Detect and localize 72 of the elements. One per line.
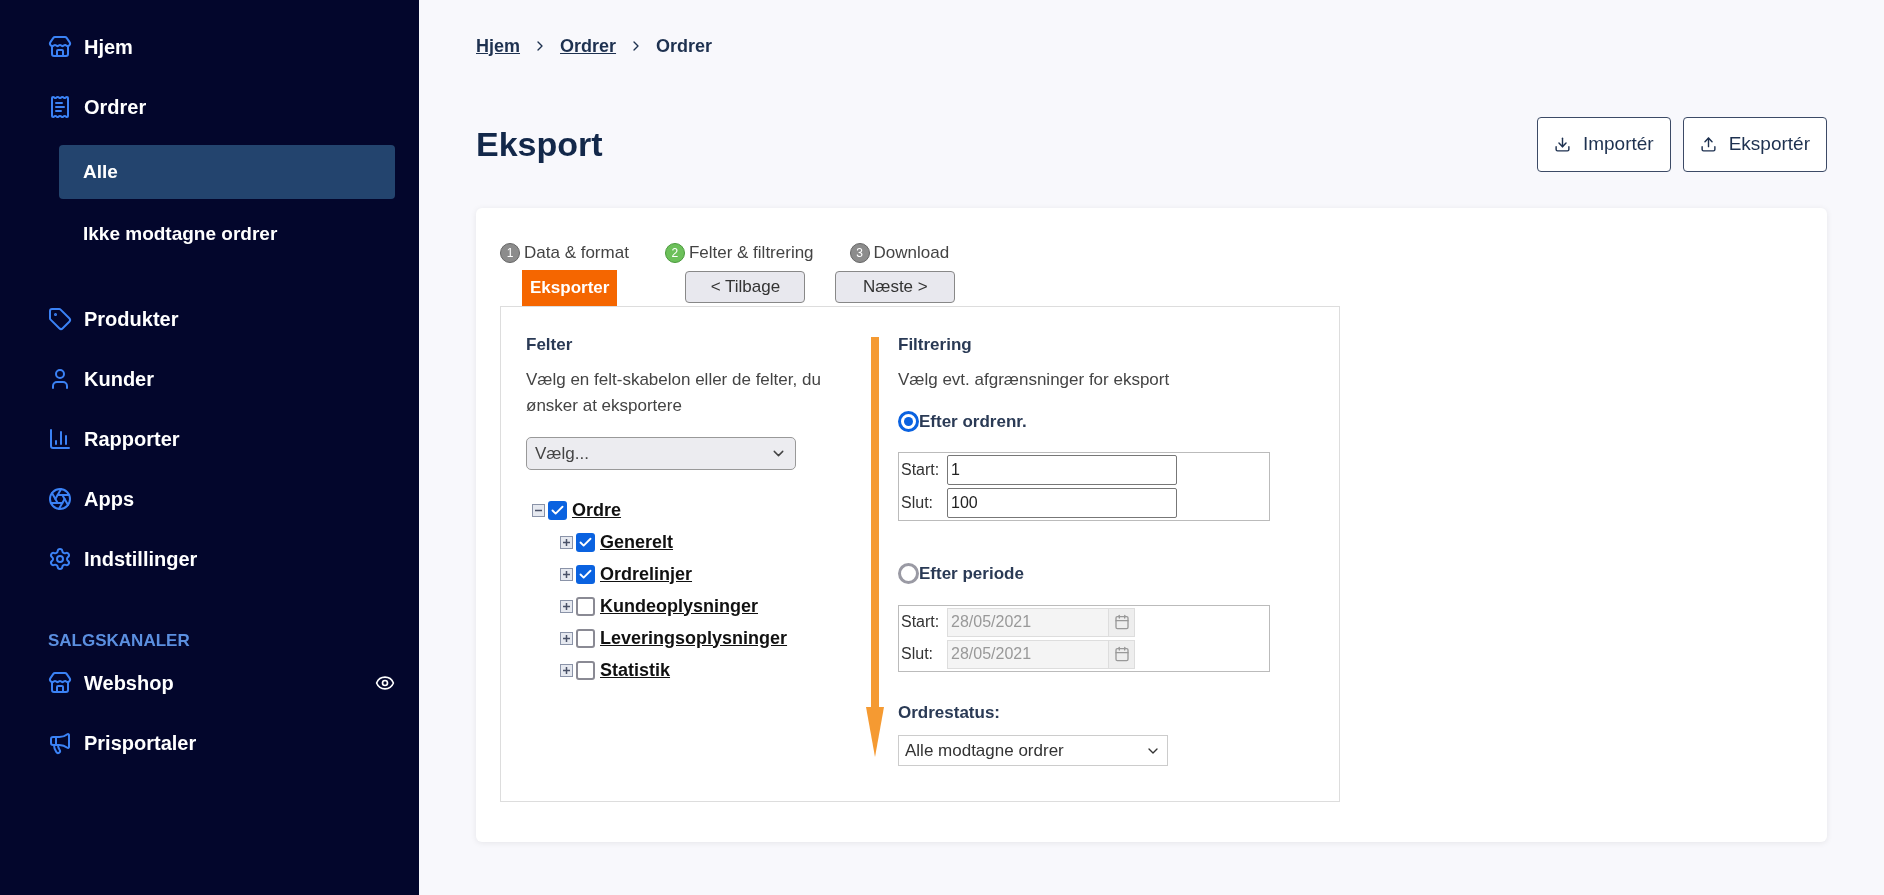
step-number: 3 [849, 242, 870, 263]
checkbox[interactable] [576, 660, 595, 680]
nav-icon [48, 307, 72, 331]
radio-button[interactable] [898, 410, 919, 432]
expand-icon[interactable] [560, 535, 573, 549]
field-label: Start: [901, 612, 941, 632]
nav-item[interactable]: Rapporter [0, 409, 419, 469]
nav-item[interactable]: Apps [0, 469, 419, 529]
expand-icon[interactable] [560, 599, 573, 613]
step-number: 1 [500, 242, 520, 263]
section-heading: Filtrering [898, 333, 973, 356]
status-label: Ordrestatus: [898, 701, 1002, 724]
tree-link[interactable]: Statistik [600, 656, 671, 684]
expand-icon[interactable] [560, 663, 573, 677]
nav-item[interactable]: Webshop [0, 653, 419, 713]
section-heading: SALGSKANALER [47, 629, 191, 652]
eye-icon[interactable] [375, 673, 395, 693]
option-label: Efter ordrenr. [919, 410, 1027, 433]
nav-icon [48, 671, 72, 695]
collapse-icon[interactable] [532, 503, 545, 517]
field-label: Start: [901, 460, 941, 480]
description: Vælg en felt-skabelon eller de felter, du ønsker at eksportere [526, 369, 822, 417]
input-field[interactable]: 100 [947, 488, 1177, 518]
next-button[interactable]: Næste > [835, 270, 956, 303]
checkbox[interactable] [576, 532, 595, 552]
checkbox[interactable] [548, 500, 567, 520]
wizard-step: 2 Felter & filtrering [664, 240, 814, 266]
breadcrumb-current: Ordrer [656, 34, 713, 58]
nav-item[interactable]: Kunder [0, 349, 419, 409]
nav-item[interactable]: Produkter [0, 289, 419, 349]
tree-link[interactable]: Ordrelinjer [600, 560, 693, 588]
wizard-step: 1 Data & format [500, 240, 629, 266]
breadcrumb-link[interactable]: Hjem [476, 32, 520, 60]
tree-link[interactable]: Kundeoplysninger [600, 592, 758, 620]
nav-icon [48, 547, 72, 571]
breadcrumb-link[interactable]: Ordrer [560, 32, 617, 60]
step-number: 2 [664, 242, 685, 263]
download-icon [1553, 135, 1571, 153]
status-select[interactable]: Alle modtagne ordrer [898, 735, 1168, 766]
upload-icon [1699, 135, 1717, 153]
back-button[interactable]: < Tilbage [685, 270, 806, 303]
nav-item[interactable]: Ordrer [0, 77, 419, 137]
tree-link[interactable]: Ordre [572, 496, 622, 524]
radio-button[interactable] [898, 563, 919, 585]
field-label: Slut: [901, 493, 934, 513]
description: Vælg evt. afgrænsninger for eksport [898, 369, 1171, 391]
expand-icon[interactable] [560, 631, 573, 645]
wizard-step: 3 Download [849, 240, 950, 266]
checkbox[interactable] [576, 564, 595, 584]
checkbox[interactable] [576, 628, 595, 648]
action-button[interactable]: Importér [1536, 116, 1671, 172]
action-button[interactable]: Eksportér [1682, 116, 1827, 172]
input-field[interactable]: 1 [947, 455, 1177, 485]
nav-icon [48, 35, 72, 59]
nav-item[interactable]: Indstillinger [0, 529, 419, 589]
nav-item[interactable]: Prisportaler [0, 713, 419, 773]
option-label: Efter periode [919, 563, 1024, 585]
nav-icon [48, 427, 72, 451]
expand-icon[interactable] [560, 567, 573, 581]
nav-icon [48, 731, 72, 755]
nav-subitem[interactable]: Ikke modtagne ordrer [59, 207, 395, 261]
checkbox[interactable] [576, 596, 595, 616]
page-title: Eksport [476, 123, 603, 165]
nav-item[interactable]: Hjem [0, 17, 419, 77]
nav-icon [48, 487, 72, 511]
section-heading: Felter [526, 333, 574, 356]
field-label: Slut: [901, 644, 934, 664]
tree-link[interactable]: Leveringsoplysninger [600, 624, 788, 652]
template-select[interactable]: Vælg... [526, 437, 796, 470]
tree-link[interactable]: Generelt [600, 528, 674, 556]
nav-subitem[interactable]: Alle [59, 145, 395, 199]
nav-icon [48, 95, 72, 119]
